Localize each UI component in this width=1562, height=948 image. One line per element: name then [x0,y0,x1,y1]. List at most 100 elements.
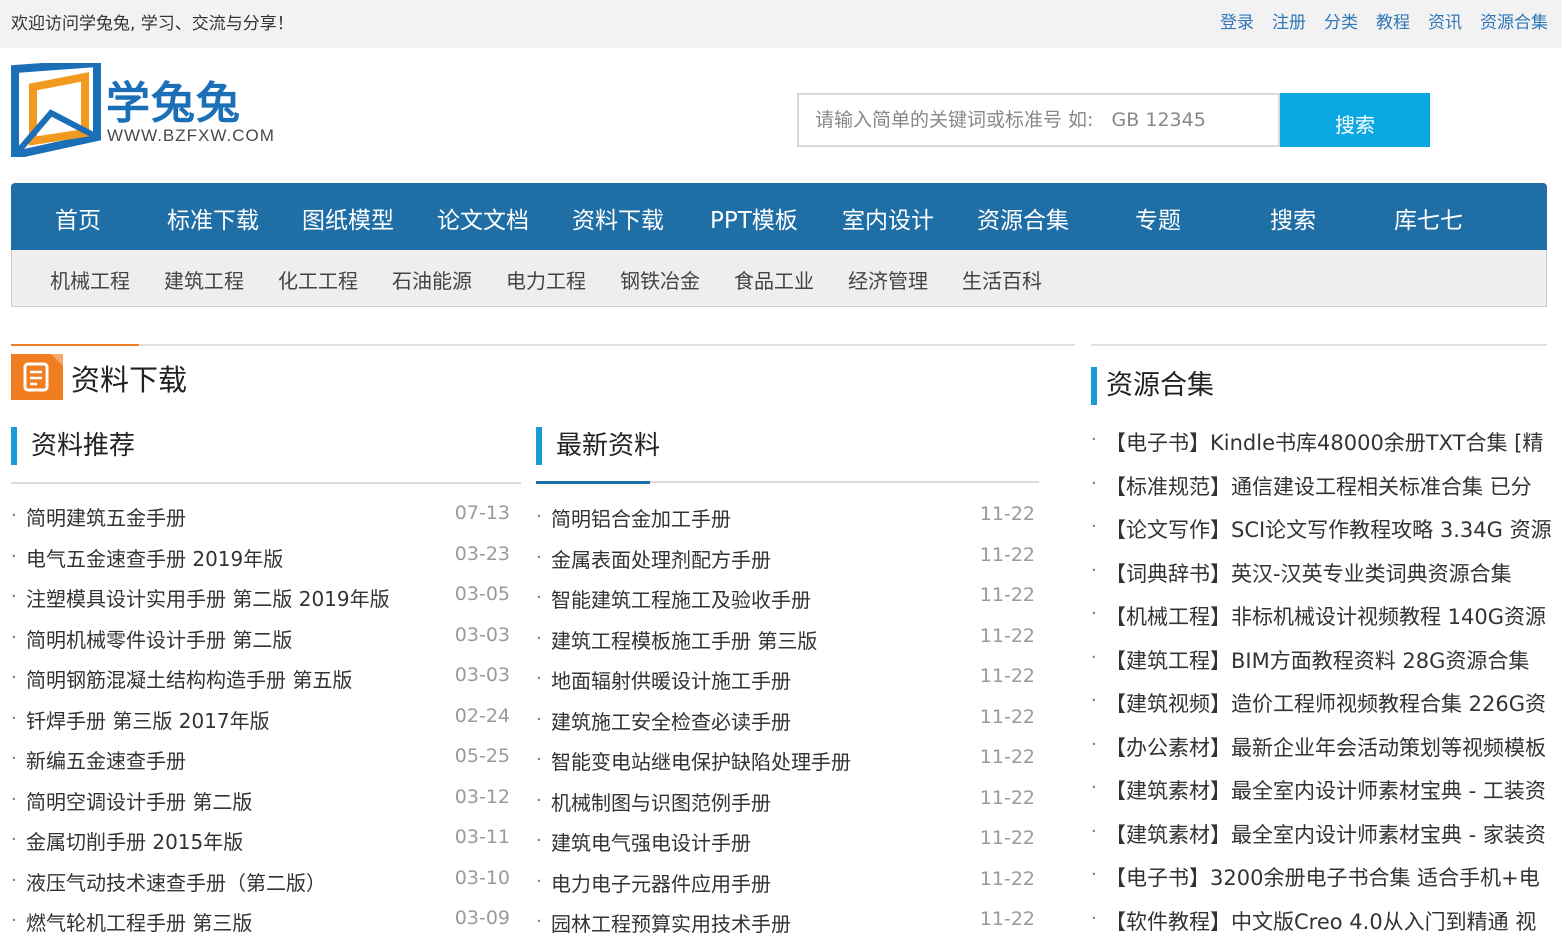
resource-item[interactable]: · 【软件教程】中文版Creo 4.0从入门到精通 视 [1091,901,1551,945]
subnav-item-petroleum[interactable]: 石油能源 [392,265,472,294]
list-item-title[interactable]: 金属表面处理剂配方手册 [551,544,771,573]
resource-item-title[interactable]: 【软件教程】中文版Creo 4.0从入门到精通 视 [1105,906,1536,936]
list-item-title[interactable]: 建筑工程模板施工手册 第三版 [551,625,817,654]
list-item-title[interactable]: 金属切削手册 2015年版 [26,826,243,855]
search-input[interactable] [797,93,1280,147]
list-item-title[interactable]: 智能变电站继电保护缺陷处理手册 [551,746,851,775]
list-item[interactable]: · 新编五金速查手册 05-25 [11,743,510,784]
resource-item[interactable]: · 【词典辞书】英汉-汉英专业类词典资源合集 [1091,553,1551,597]
list-item[interactable]: · 电力电子元器件应用手册 11-22 [536,866,1035,907]
resource-item-title[interactable]: 【机械工程】非标机械设计视频教程 140G资源 [1105,601,1546,631]
resource-item[interactable]: · 【电子书】Kindle书库48000余册TXT合集 [精 [1091,422,1551,466]
list-item[interactable]: · 金属切削手册 2015年版 03-11 [11,824,510,865]
login-link[interactable]: 登录 [1220,8,1254,33]
resource-item-title[interactable]: 【词典辞书】英汉-汉英专业类词典资源合集 [1105,558,1512,588]
resource-item-title[interactable]: 【标准规范】通信建设工程相关标准合集 已分 [1105,471,1532,501]
site-logo[interactable]: 学兔兔 WWW.BZFXW.COM [11,63,296,157]
bullet-icon: · [536,506,542,527]
list-item-title[interactable]: 机械制图与识图范例手册 [551,787,771,816]
resource-item[interactable]: · 【标准规范】通信建设工程相关标准合集 已分 [1091,466,1551,510]
list-item-title[interactable]: 园林工程预算实用技术手册 [551,908,791,937]
resource-item[interactable]: · 【建筑工程】BIM方面教程资料 28G资源合集 [1091,640,1551,684]
list-item[interactable]: · 建筑工程模板施工手册 第三版 11-22 [536,623,1035,664]
resource-item[interactable]: · 【论文写作】SCI论文写作教程攻略 3.34G 资源 [1091,509,1551,553]
subnav-item-power[interactable]: 电力工程 [506,265,586,294]
list-item[interactable]: · 智能建筑工程施工及验收手册 11-22 [536,582,1035,623]
nav-item-ppt[interactable]: PPT模板 [710,201,798,235]
list-item-title[interactable]: 建筑施工安全检查必读手册 [551,706,791,735]
list-item-title[interactable]: 简明铝合金加工手册 [551,503,731,532]
bullet-icon: · [11,505,17,526]
nav-item-resources[interactable]: 资源合集 [977,201,1069,235]
nav-item-home[interactable]: 首页 [55,201,101,235]
subnav-item-life[interactable]: 生活百科 [962,265,1042,294]
resource-item-title[interactable]: 【电子书】3200余册电子书合集 适合手机+电 [1105,862,1540,892]
list-item[interactable]: · 地面辐射供暖设计施工手册 11-22 [536,663,1035,704]
list-item[interactable]: · 钎焊手册 第三版 2017年版 02-24 [11,703,510,744]
list-item-title[interactable]: 智能建筑工程施工及验收手册 [551,584,811,613]
nav-item-topics[interactable]: 专题 [1135,201,1181,235]
resource-item-title[interactable]: 【建筑素材】最全室内设计师素材宝典 - 工装资 [1105,775,1546,805]
resource-item-title[interactable]: 【建筑工程】BIM方面教程资料 28G资源合集 [1105,645,1529,675]
list-item-title[interactable]: 建筑电气强电设计手册 [551,827,751,856]
list-item[interactable]: · 燃气轮机工程手册 第三版 03-09 [11,905,510,946]
resource-item-title[interactable]: 【办公素材】最新企业年会活动策划等视频模板 [1105,732,1546,762]
list-item-title[interactable]: 钎焊手册 第三版 2017年版 [26,705,270,734]
nav-item-drawings[interactable]: 图纸模型 [302,201,394,235]
list-item-title[interactable]: 注塑模具设计实用手册 第二版 2019年版 [26,583,390,612]
search-button[interactable]: 搜索 [1280,93,1430,147]
list-item[interactable]: · 电气五金速查手册 2019年版 03-23 [11,541,510,582]
list-item-title[interactable]: 液压气动技术速查手册（第二版） [26,867,326,896]
subnav-item-food[interactable]: 食品工业 [734,265,814,294]
nav-item-standards[interactable]: 标准下载 [167,201,259,235]
category-link[interactable]: 分类 [1324,8,1358,33]
list-item[interactable]: · 注塑模具设计实用手册 第二版 2019年版 03-05 [11,581,510,622]
list-item[interactable]: · 简明钢筋混凝土结构构造手册 第五版 03-03 [11,662,510,703]
nav-item-ku77[interactable]: 库七七 [1394,201,1463,235]
list-item-title[interactable]: 简明建筑五金手册 [26,502,186,531]
list-item[interactable]: · 建筑施工安全检查必读手册 11-22 [536,704,1035,745]
resource-item-title[interactable]: 【建筑视频】造价工程师视频教程合集 226G资 [1105,688,1546,718]
list-item-title[interactable]: 电气五金速查手册 2019年版 [26,543,283,572]
resource-item[interactable]: · 【办公素材】最新企业年会活动策划等视频模板 [1091,727,1551,771]
resource-item-title[interactable]: 【论文写作】SCI论文写作教程攻略 3.34G 资源 [1105,514,1551,544]
list-item[interactable]: · 建筑电气强电设计手册 11-22 [536,825,1035,866]
list-item[interactable]: · 液压气动技术速查手册（第二版） 03-10 [11,865,510,906]
tutorial-link[interactable]: 教程 [1376,8,1410,33]
nav-item-search[interactable]: 搜索 [1270,201,1316,235]
list-item-title[interactable]: 电力电子元器件应用手册 [551,868,771,897]
list-item[interactable]: · 简明建筑五金手册 07-13 [11,500,510,541]
list-item-title[interactable]: 地面辐射供暖设计施工手册 [551,665,791,694]
list-item-title[interactable]: 简明空调设计手册 第二版 [26,786,252,815]
resource-item[interactable]: · 【建筑素材】最全室内设计师素材宝典 - 工装资 [1091,770,1551,814]
resource-item-title[interactable]: 【电子书】Kindle书库48000余册TXT合集 [精 [1105,427,1543,457]
list-item-title[interactable]: 简明钢筋混凝土结构构造手册 第五版 [26,664,352,693]
logo-name: 学兔兔 [106,78,241,129]
list-item[interactable]: · 园林工程预算实用技术手册 11-22 [536,906,1035,947]
resource-item[interactable]: · 【电子书】3200余册电子书合集 适合手机+电 [1091,857,1551,901]
subnav-item-chemical[interactable]: 化工工程 [278,265,358,294]
subnav-item-metallurgy[interactable]: 钢铁冶金 [620,265,700,294]
subnav-item-construction[interactable]: 建筑工程 [164,265,244,294]
list-item[interactable]: · 简明铝合金加工手册 11-22 [536,501,1035,542]
nav-item-materials[interactable]: 资料下载 [572,201,664,235]
nav-item-interior[interactable]: 室内设计 [842,201,934,235]
resource-item[interactable]: · 【机械工程】非标机械设计视频教程 140G资源 [1091,596,1551,640]
list-item-title[interactable]: 简明机械零件设计手册 第二版 [26,624,292,653]
list-item-title[interactable]: 新编五金速查手册 [26,745,186,774]
news-link[interactable]: 资讯 [1428,8,1462,33]
list-item[interactable]: · 简明空调设计手册 第二版 03-12 [11,784,510,825]
list-item[interactable]: · 金属表面处理剂配方手册 11-22 [536,542,1035,583]
subnav-item-mechanical[interactable]: 机械工程 [50,265,130,294]
subnav-item-economics[interactable]: 经济管理 [848,265,928,294]
resource-item[interactable]: · 【建筑素材】最全室内设计师素材宝典 - 家装资 [1091,814,1551,858]
nav-item-papers[interactable]: 论文文档 [437,201,529,235]
list-item[interactable]: · 简明机械零件设计手册 第二版 03-03 [11,622,510,663]
resource-item[interactable]: · 【建筑视频】造价工程师视频教程合集 226G资 [1091,683,1551,727]
resource-item-title[interactable]: 【建筑素材】最全室内设计师素材宝典 - 家装资 [1105,819,1546,849]
list-item[interactable]: · 智能变电站继电保护缺陷处理手册 11-22 [536,744,1035,785]
resources-link[interactable]: 资源合集 [1480,8,1548,33]
register-link[interactable]: 注册 [1272,8,1306,33]
list-item[interactable]: · 机械制图与识图范例手册 11-22 [536,785,1035,826]
list-item-title[interactable]: 燃气轮机工程手册 第三版 [26,907,252,936]
